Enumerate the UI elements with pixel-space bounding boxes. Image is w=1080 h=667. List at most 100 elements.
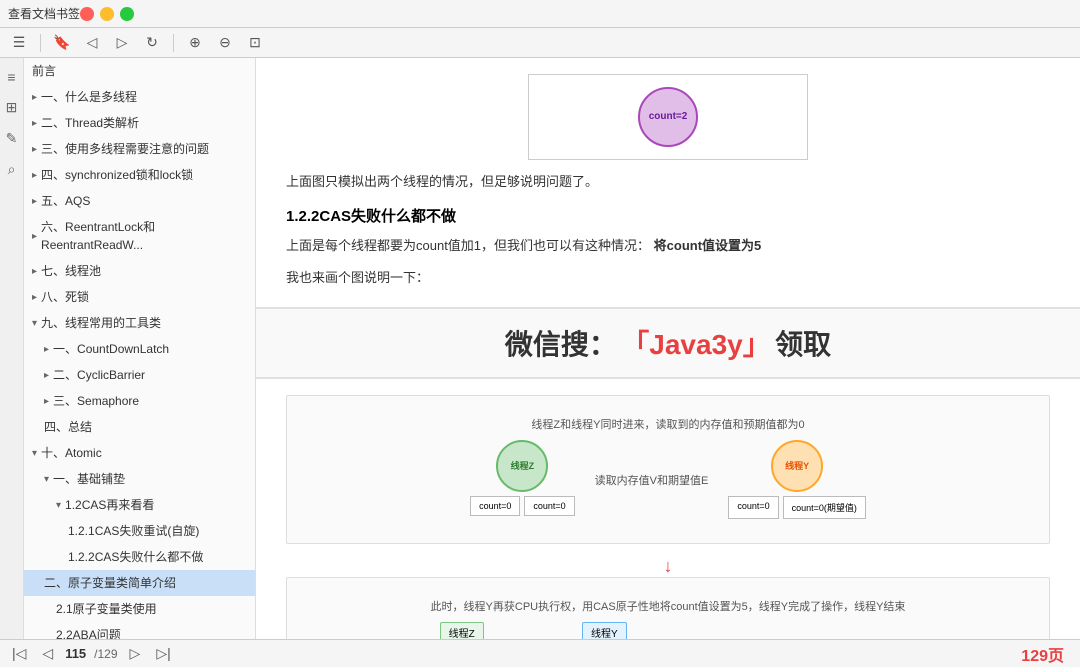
toolbar-separator-2 xyxy=(173,34,174,52)
sidebar-item-label: 1.2CAS再来看看 xyxy=(65,496,154,514)
bookmark-icon[interactable]: 🔖 xyxy=(51,32,73,54)
content-area: count=2 上面图只模拟出两个线程的情况，但足够说明问题了。 1.2.2CA… xyxy=(256,58,1080,639)
sidebar-item-ch7[interactable]: ▸ 七、线程池 xyxy=(24,258,255,284)
menu-icon[interactable]: ☰ xyxy=(8,32,30,54)
sidebar-item-ch1[interactable]: ▸ 一、什么是多线程 xyxy=(24,84,255,110)
sidebar-item-label: 前言 xyxy=(32,62,56,80)
prev-page-button[interactable]: ◁ xyxy=(38,645,57,662)
middle-desc: 读取内存值V和期望值E xyxy=(595,472,709,488)
sidebar-item-ch9[interactable]: ▾ 九、线程常用的工具类 xyxy=(24,310,255,336)
next-page-icon[interactable]: ▷ xyxy=(111,32,133,54)
window-controls xyxy=(80,7,134,21)
thread-y-circle: 线程Y xyxy=(771,440,823,492)
top-bar-title: 查看文档书签 xyxy=(8,5,80,22)
prev-page-icon[interactable]: ◁ xyxy=(81,32,103,54)
rotate-icon[interactable]: ↻ xyxy=(141,32,163,54)
banner-highlight: 「Java3y」 xyxy=(621,329,770,360)
triangle-icon: ▾ xyxy=(56,498,61,513)
sidebar-item-preface[interactable]: 前言 xyxy=(24,58,255,84)
last-page-button[interactable]: ▷| xyxy=(152,645,174,662)
para1: 上面是每个线程都要为count值加1，但我们也可以有这种情况： 将count值设… xyxy=(286,234,1050,257)
sidebar-item-ch10-1-2-2[interactable]: 1.2.2CAS失败什么都不做 xyxy=(24,544,255,570)
thumb-icon[interactable]: ⊞ xyxy=(3,96,21,119)
triangle-icon: ▸ xyxy=(32,194,37,209)
current-page: 115 xyxy=(65,646,86,661)
toc-sidebar: 前言 ▸ 一、什么是多线程 ▸ 二、Thread类解析 ▸ 三、使用多线程需要注… xyxy=(24,58,256,639)
para1-bold: 将count值设置为5 xyxy=(654,238,762,253)
count-circle-diagram: count=2 xyxy=(638,87,698,147)
annot-icon[interactable]: ✎ xyxy=(3,127,21,150)
sidebar-item-label: 一、什么是多线程 xyxy=(41,88,137,106)
sidebar-item-ch9-2[interactable]: ▸ 二、CyclicBarrier xyxy=(24,362,255,388)
banner-prefix: 微信搜： xyxy=(505,329,617,360)
sidebar-item-label: 1.2.1CAS失败重试(自旋) xyxy=(68,522,199,540)
sidebar-item-label: 二、Thread类解析 xyxy=(41,114,139,132)
zoom-out-icon[interactable]: ⊖ xyxy=(214,32,236,54)
triangle-icon: ▸ xyxy=(44,368,49,383)
sidebar-item-ch9-1[interactable]: ▸ 一、CountDownLatch xyxy=(24,336,255,362)
minimize-button[interactable] xyxy=(100,7,114,21)
sidebar-icon-strip: ≡ ⊞ ✎ ⌕ xyxy=(0,58,24,639)
sidebar-item-label: 十、Atomic xyxy=(41,444,102,462)
triangle-icon: ▾ xyxy=(44,472,49,487)
intro-text: 上面图只模拟出两个线程的情况，但足够说明问题了。 xyxy=(286,170,1050,193)
sidebar-item-label: 三、使用多线程需要注意的问题 xyxy=(41,140,209,158)
y-count-box: count=0 xyxy=(728,496,778,519)
sidebar-item-label: 五、AQS xyxy=(41,192,90,210)
down-arrow-1: ↓ xyxy=(286,556,1050,577)
close-button[interactable] xyxy=(80,7,94,21)
sidebar-item-label: 二、CyclicBarrier xyxy=(53,366,145,384)
z-count-box: count=0 xyxy=(470,496,520,516)
toolbar-separator-1 xyxy=(40,34,41,52)
sidebar-item-ch9-4[interactable]: 四、总结 xyxy=(24,414,255,440)
triangle-icon: ▸ xyxy=(32,229,37,244)
triangle-icon: ▸ xyxy=(32,290,37,305)
zoom-in-icon[interactable]: ⊕ xyxy=(184,32,206,54)
fit-icon[interactable]: ⊡ xyxy=(244,32,266,54)
next-page-button[interactable]: ▷ xyxy=(126,645,145,662)
triangle-icon: ▸ xyxy=(32,116,37,131)
sidebar-item-label: 1.2.2CAS失败什么都不做 xyxy=(68,548,203,566)
z-expect-box: count=0 xyxy=(524,496,574,516)
top-bar: 查看文档书签 xyxy=(0,0,1080,28)
sidebar-item-ch6[interactable]: ▸ 六、ReentrantLock和ReentrantReadW... xyxy=(24,214,255,258)
sidebar-item-label: 八、死锁 xyxy=(41,288,89,306)
sidebar-item-ch10-1-2[interactable]: ▾ 1.2CAS再来看看 xyxy=(24,492,255,518)
sidebar-item-ch10-2-2[interactable]: 2.2ABA问题 xyxy=(24,622,255,639)
search-icon[interactable]: ⌕ xyxy=(5,158,19,181)
triangle-icon: ▸ xyxy=(32,264,37,279)
sidebar-item-ch10-2[interactable]: 二、原子变量类简单介绍 xyxy=(24,570,255,596)
sidebar-item-label: 六、ReentrantLock和ReentrantReadW... xyxy=(41,218,247,254)
diagram-2-desc: 此时，线程Y再获CPU执行权，用CAS原子性地将count值设置为5，线程Y完成… xyxy=(303,598,1033,614)
toc-icon[interactable]: ≡ xyxy=(4,66,18,88)
sidebar-item-ch4[interactable]: ▸ 四、synchronized锁和lock锁 xyxy=(24,162,255,188)
sidebar-item-ch5[interactable]: ▸ 五、AQS xyxy=(24,188,255,214)
sidebar-item-label: 2.1原子变量类使用 xyxy=(56,600,157,618)
main-area: ≡ ⊞ ✎ ⌕ 前言 ▸ 一、什么是多线程 ▸ 二、Thread类解析 ▸ 三、… xyxy=(0,58,1080,639)
sidebar-item-ch10-1-2-1[interactable]: 1.2.1CAS失败重试(自旋) xyxy=(24,518,255,544)
sidebar-item-label: 九、线程常用的工具类 xyxy=(41,314,161,332)
maximize-button[interactable] xyxy=(120,7,134,21)
page-nav: |◁ ◁ 115 /129 ▷ ▷| 129页 xyxy=(0,639,1080,667)
sidebar-item-ch2[interactable]: ▸ 二、Thread类解析 xyxy=(24,110,255,136)
sidebar-item-label: 一、基础铺垫 xyxy=(53,470,125,488)
total-pages: /129 xyxy=(94,647,117,661)
sidebar-item-ch3[interactable]: ▸ 三、使用多线程需要注意的问题 xyxy=(24,136,255,162)
sidebar-item-ch10[interactable]: ▾ 十、Atomic xyxy=(24,440,255,466)
sidebar-item-ch9-3[interactable]: ▸ 三、Semaphore xyxy=(24,388,255,414)
thread-y-label-2: 线程Y xyxy=(582,622,627,639)
diagram-1: 线程Z和线程Y同时进来，读取到的内存值和预期值都为0 线程Z count=0 c… xyxy=(286,395,1050,544)
sidebar-item-label: 七、线程池 xyxy=(41,262,101,280)
sidebar-item-label: 三、Semaphore xyxy=(53,392,139,410)
sidebar-item-ch10-1[interactable]: ▾ 一、基础铺垫 xyxy=(24,466,255,492)
sidebar-item-label: 四、总结 xyxy=(44,418,92,436)
sidebar-item-ch10-2-1[interactable]: 2.1原子变量类使用 xyxy=(24,596,255,622)
sidebar-item-label: 二、原子变量类简单介绍 xyxy=(44,574,176,592)
triangle-icon: ▸ xyxy=(32,90,37,105)
diagram-desc-text: 线程Z和线程Y同时进来，读取到的内存值和预期值都为0 xyxy=(531,419,804,431)
triangle-icon: ▸ xyxy=(44,342,49,357)
sidebar-item-ch8[interactable]: ▸ 八、死锁 xyxy=(24,284,255,310)
toolbar: ☰ 🔖 ◁ ▷ ↻ ⊕ ⊖ ⊡ xyxy=(0,28,1080,58)
sidebar-item-label: 四、synchronized锁和lock锁 xyxy=(41,166,193,184)
first-page-button[interactable]: |◁ xyxy=(8,645,30,662)
